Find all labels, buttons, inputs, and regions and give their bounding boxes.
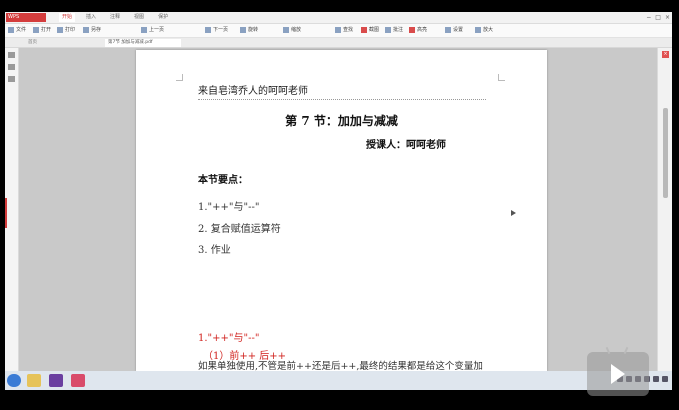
document-tab-bar: 首页 第7节 加加与减减.pdf: [5, 38, 672, 48]
page-corner-mark: [176, 74, 183, 81]
taskbar: [5, 371, 672, 390]
menu-tabs: 开始 插入 注释 视图 保护: [59, 13, 171, 22]
key-point-item: 3. 作业: [198, 245, 231, 256]
start-icon[interactable]: [7, 374, 21, 387]
toolbar-save-as[interactable]: 另存: [83, 26, 101, 35]
search-icon: [335, 26, 341, 33]
zoom-in-icon: [475, 26, 481, 33]
open-icon: [33, 26, 39, 33]
page-corner-mark: [498, 74, 505, 81]
wps-pdf-icon[interactable]: [71, 374, 85, 387]
key-points-heading: 本节要点：: [198, 175, 248, 186]
toolbar-rotate[interactable]: 旋转: [240, 26, 258, 35]
menu-tab-protect[interactable]: 保护: [155, 13, 171, 22]
maximize-button[interactable]: □: [655, 13, 661, 22]
toolbar-highlight[interactable]: 高亮: [409, 26, 427, 35]
left-sidebar: [5, 48, 19, 371]
screenshot-icon: [361, 26, 367, 33]
arrow-up-icon: [141, 26, 147, 33]
toolbar-next-page[interactable]: 下一页: [205, 26, 228, 35]
tab-document[interactable]: 第7节 加加与减减.pdf: [105, 39, 181, 47]
highlight-icon: [409, 26, 415, 33]
folder-icon[interactable]: [27, 374, 41, 387]
scrollbar-thumb[interactable]: [663, 108, 668, 198]
window-controls: − □ ×: [646, 13, 670, 22]
toolbar-screenshot[interactable]: 截图: [361, 26, 379, 35]
toolbar-find[interactable]: 查找: [335, 26, 353, 35]
zoom-icon: [283, 26, 289, 33]
mouse-cursor-icon: [511, 210, 516, 216]
app-badge[interactable]: WPS: [6, 13, 46, 22]
toolbar-zoom[interactable]: 缩放: [283, 26, 301, 35]
close-button[interactable]: ×: [665, 13, 670, 22]
toolbar-comment[interactable]: 批注: [385, 26, 403, 35]
close-icon[interactable]: ×: [662, 51, 669, 58]
toolbar-zoom-in[interactable]: 放大: [475, 26, 493, 35]
video-play-button[interactable]: [587, 346, 649, 396]
screen: WPS 开始 插入 注释 视图 保护 − □ × 文件 打开 打印 另存 上一页…: [5, 12, 672, 390]
save-icon: [83, 26, 89, 33]
pdf-page: 来自皂湾乔人的呵呵老师 第 7 节：加加与减减 授课人：呵呵老师 本节要点： 1…: [136, 50, 547, 371]
page-title: 第 7 节：加加与减减: [285, 114, 398, 128]
page-header: 来自皂湾乔人的呵呵老师: [198, 82, 486, 100]
toolbar-print[interactable]: 打印: [57, 26, 75, 35]
toolbar-file[interactable]: 文件: [8, 26, 26, 35]
toolbar-open[interactable]: 打开: [33, 26, 51, 35]
visual-studio-icon[interactable]: [49, 374, 63, 387]
tab-home[interactable]: 首页: [25, 39, 40, 47]
sidebar-indicator: [5, 198, 7, 228]
menu-tab-view[interactable]: 视图: [131, 13, 147, 22]
tray-icon[interactable]: [662, 376, 668, 382]
rotate-icon: [240, 26, 246, 33]
right-sidebar: ×: [657, 48, 672, 371]
toolbar: 文件 打开 打印 另存 上一页 下一页 旋转 缩放 查找 截图 批注 高亮 设置…: [5, 24, 672, 38]
menu-tab-annotate[interactable]: 注释: [107, 13, 123, 22]
title-bar: WPS 开始 插入 注释 视图 保护 − □ ×: [5, 12, 672, 24]
paragraph: 如果单独使用,不管是前++还是后++,最终的结果都是给这个变量加1。: [198, 361, 483, 371]
author-line: 授课人：呵呵老师: [366, 140, 446, 151]
print-icon: [57, 26, 63, 33]
menu-tab-insert[interactable]: 插入: [83, 13, 99, 22]
annotation-list-icon[interactable]: [8, 76, 15, 82]
section-heading: 1."++"与"--": [198, 333, 260, 344]
arrow-down-icon: [205, 26, 211, 33]
key-point-item: 1."++"与"--": [198, 202, 260, 213]
file-icon: [8, 26, 14, 33]
toolbar-settings[interactable]: 设置: [445, 26, 463, 35]
tray-icon[interactable]: [653, 376, 659, 382]
play-icon: [611, 364, 625, 384]
menu-tab-home[interactable]: 开始: [59, 13, 76, 22]
minimize-button[interactable]: −: [646, 13, 651, 22]
thumbnail-icon[interactable]: [8, 52, 15, 58]
gear-icon: [445, 26, 451, 33]
key-point-item: 2. 复合赋值运算符: [198, 224, 281, 235]
toolbar-prev-page[interactable]: 上一页: [141, 26, 164, 35]
bookmark-icon[interactable]: [8, 64, 15, 70]
comment-icon: [385, 26, 391, 33]
